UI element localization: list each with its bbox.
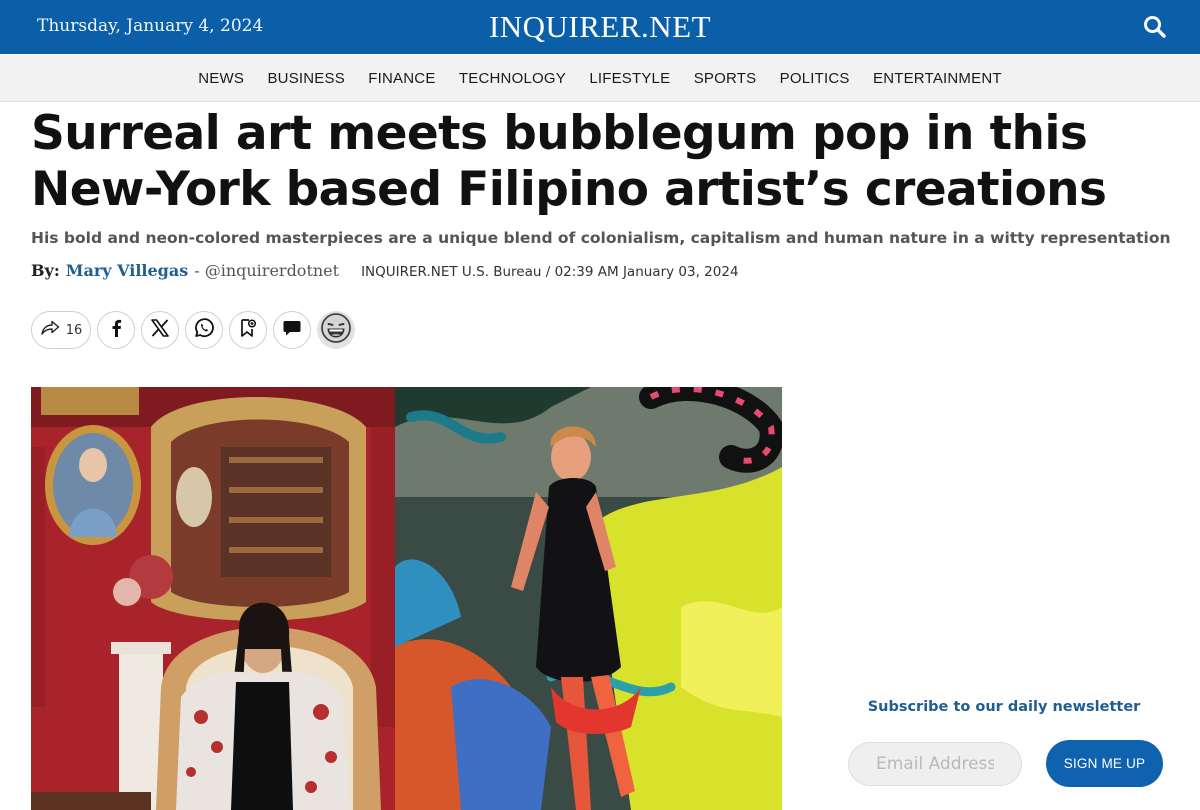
byline: By: Mary Villegas - @inquirerdotnet INQU… xyxy=(31,261,739,283)
laugh-emoji-icon xyxy=(320,312,352,349)
article-subtitle: His bold and neon-colored masterpieces a… xyxy=(31,229,1171,247)
comment-icon xyxy=(282,319,302,342)
nav-item-sports[interactable]: SPORTS xyxy=(682,70,768,87)
bureau-timestamp: INQUIRER.NET U.S. Bureau / 02:39 AM Janu… xyxy=(361,264,739,280)
nav-item-finance[interactable]: FINANCE xyxy=(357,70,448,87)
byline-prefix: By: xyxy=(31,261,60,280)
hero-image-graphic xyxy=(31,387,782,810)
x-icon xyxy=(151,318,169,342)
share-arrow-icon xyxy=(40,320,60,340)
share-count: 16 xyxy=(65,322,83,338)
share-count-button[interactable]: 16 xyxy=(31,311,91,349)
article-title: Surreal art meets bubblegum pop in this … xyxy=(31,106,1107,217)
nav-item-entertainment[interactable]: ENTERTAINMENT xyxy=(861,70,1013,87)
newsletter-title: Subscribe to our daily newsletter xyxy=(867,699,1141,715)
article-hero-image[interactable] xyxy=(31,387,782,810)
nav-item-lifestyle[interactable]: LIFESTYLE xyxy=(578,70,682,87)
top-bar: Thursday, January 4, 2024 INQUIRER.NET xyxy=(0,0,1200,54)
facebook-share-button[interactable] xyxy=(97,311,135,349)
facebook-icon xyxy=(110,319,122,342)
whatsapp-icon xyxy=(193,317,215,344)
search-icon[interactable] xyxy=(1142,14,1168,40)
nav-item-technology[interactable]: TECHNOLOGY xyxy=(447,70,577,87)
bookmark-icon xyxy=(239,318,257,343)
sign-me-up-button[interactable]: SIGN ME UP xyxy=(1046,740,1163,787)
whatsapp-share-button[interactable] xyxy=(185,311,223,349)
main-nav: NEWS BUSINESS FINANCE TECHNOLOGY LIFESTY… xyxy=(0,55,1200,102)
email-field[interactable] xyxy=(848,742,1022,786)
nav-item-business[interactable]: BUSINESS xyxy=(256,70,357,87)
nav-item-politics[interactable]: POLITICS xyxy=(768,70,861,87)
author-handle: - @inquirerdotnet xyxy=(194,261,340,280)
reaction-button[interactable] xyxy=(317,311,355,349)
bookmark-button[interactable] xyxy=(229,311,267,349)
comment-button[interactable] xyxy=(273,311,311,349)
share-bar: 16 xyxy=(31,311,355,349)
author-link[interactable]: Mary Villegas xyxy=(66,261,188,280)
nav-item-news[interactable]: NEWS xyxy=(187,70,256,87)
site-logo[interactable]: INQUIRER.NET xyxy=(0,9,1200,45)
x-share-button[interactable] xyxy=(141,311,179,349)
